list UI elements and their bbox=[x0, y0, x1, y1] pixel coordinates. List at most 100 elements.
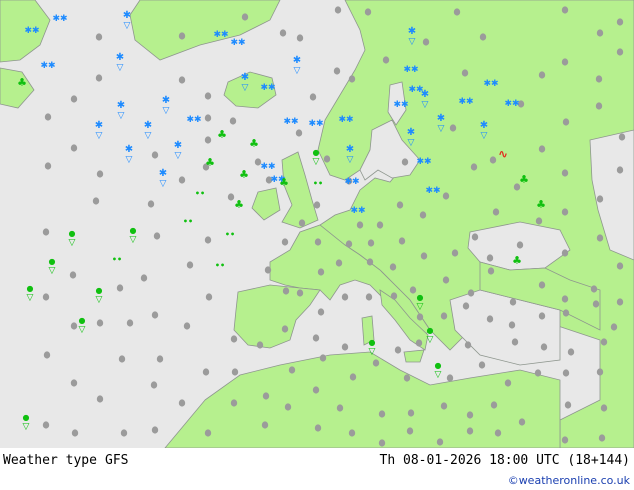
dry-dot-icon bbox=[616, 262, 624, 270]
dry-dot-icon bbox=[150, 381, 158, 389]
mixed-precip-icon: ∿ bbox=[498, 147, 508, 161]
dry-dot-icon bbox=[470, 163, 478, 171]
dry-dot-icon bbox=[205, 293, 213, 301]
dry-dot-icon bbox=[401, 158, 409, 166]
dry-dot-icon bbox=[156, 355, 164, 363]
dry-dot-icon bbox=[406, 427, 414, 435]
dry-dot-icon bbox=[282, 287, 290, 295]
snow-shower-icon: ▽ bbox=[117, 63, 124, 73]
dry-dot-icon bbox=[595, 75, 603, 83]
dry-dot-icon bbox=[44, 113, 52, 121]
dry-dot-icon bbox=[378, 410, 386, 418]
dry-dot-icon bbox=[442, 276, 450, 284]
dry-dot-icon bbox=[70, 144, 78, 152]
model-name: GFS bbox=[105, 453, 129, 468]
snow-icon: ✱✱ bbox=[260, 162, 275, 172]
dry-dot-icon bbox=[151, 151, 159, 159]
dry-dot-icon bbox=[281, 238, 289, 246]
dry-dot-icon bbox=[279, 29, 287, 37]
snow-shower-icon: ▽ bbox=[126, 155, 133, 165]
dry-dot-icon bbox=[538, 145, 546, 153]
rain-icon: ♣ bbox=[217, 128, 227, 141]
snow-shower-icon: ✱ bbox=[123, 10, 131, 21]
dry-dot-icon bbox=[312, 386, 320, 394]
snow-icon: ✱✱ bbox=[416, 157, 431, 167]
dry-dot-icon bbox=[407, 409, 415, 417]
snow-icon: ✱✱ bbox=[308, 119, 323, 129]
rain-shower-icon: ● bbox=[49, 257, 56, 266]
map-title: Weather type bbox=[3, 453, 97, 468]
dry-dot-icon bbox=[479, 33, 487, 41]
dry-dot-icon bbox=[440, 402, 448, 410]
dry-dot-icon bbox=[298, 219, 306, 227]
dry-dot-icon bbox=[96, 319, 104, 327]
snow-icon: ✱✱ bbox=[344, 177, 359, 187]
dry-dot-icon bbox=[372, 359, 380, 367]
dry-dot-icon bbox=[567, 348, 575, 356]
credit-link[interactable]: ©weatheronline.co.uk bbox=[508, 474, 630, 487]
dry-dot-icon bbox=[71, 429, 79, 437]
weather-type-map: ✱✱✱✱✱✱✱✱✱✱✱✱✱✱✱✱✱✱ ✱✱✱✱✱✱✱✱✱✱✱✱✱✱✱✱✱✱✱✱✱✱… bbox=[0, 0, 634, 448]
snow-shower-icon: ✱ bbox=[346, 144, 354, 155]
rain-shower-icon: ● bbox=[417, 293, 424, 302]
dry-dot-icon bbox=[595, 102, 603, 110]
dry-dot-icon bbox=[295, 129, 303, 137]
dry-dot-icon bbox=[204, 136, 212, 144]
snow-shower-icon: ▽ bbox=[347, 155, 354, 165]
rain-icon: ♣ bbox=[279, 176, 289, 189]
dry-dot-icon bbox=[561, 295, 569, 303]
snow-shower-icon: ✱ bbox=[408, 26, 416, 37]
snow-icon: ✱✱ bbox=[458, 97, 473, 107]
snow-icon: ✱✱ bbox=[425, 186, 440, 196]
dry-dot-icon bbox=[183, 322, 191, 330]
dry-dot-icon bbox=[419, 211, 427, 219]
dry-dot-icon bbox=[382, 56, 390, 64]
rain-icon: ♣ bbox=[205, 156, 215, 169]
dry-dot-icon bbox=[95, 33, 103, 41]
drizzle-icon: •• bbox=[225, 230, 235, 239]
snow-icon: ✱✱ bbox=[483, 79, 498, 89]
dry-dot-icon bbox=[590, 285, 598, 293]
dry-dot-icon bbox=[440, 312, 448, 320]
dry-dot-icon bbox=[364, 8, 372, 16]
dry-dot-icon bbox=[70, 322, 78, 330]
rain-icon: ♣ bbox=[249, 137, 259, 150]
dry-dot-icon bbox=[561, 6, 569, 14]
dry-dot-icon bbox=[398, 237, 406, 245]
rain-icon: ♣ bbox=[512, 254, 522, 267]
dry-dot-icon bbox=[69, 271, 77, 279]
snow-shower-icon: ✱ bbox=[162, 95, 170, 106]
dry-dot-icon bbox=[436, 438, 444, 446]
dry-dot-icon bbox=[151, 311, 159, 319]
dry-dot-icon bbox=[348, 429, 356, 437]
snow-icon: ✱✱ bbox=[52, 14, 67, 24]
rain-shower-icon: ▽ bbox=[23, 422, 30, 432]
dry-dot-icon bbox=[204, 429, 212, 437]
snow-icon: ✱✱ bbox=[40, 61, 55, 71]
dry-dot-icon bbox=[296, 34, 304, 42]
snow-shower-icon: ▽ bbox=[422, 100, 429, 110]
dry-dot-icon bbox=[509, 298, 517, 306]
dry-dot-icon bbox=[348, 75, 356, 83]
dry-dot-icon bbox=[504, 379, 512, 387]
dry-dot-icon bbox=[231, 368, 239, 376]
weather-map-page: ✱✱ ✱✱ ✱✱ ✱✱ ✱✱ ✱✱ ✱✱ ✱✱ ✱✱ ✱✱ ✱✱ ✱✱ ✱✱ ✱✱ ✱✱ ✱✱ ✱✱ ✱✱ ✱✱ ✱✱… bbox=[0, 0, 634, 490]
snow-icon: ✱✱ bbox=[403, 65, 418, 75]
dry-dot-icon bbox=[284, 403, 292, 411]
dry-dot-icon bbox=[345, 240, 353, 248]
dry-dot-icon bbox=[95, 74, 103, 82]
snow-icon: ✱✱ bbox=[504, 99, 519, 109]
dry-dot-icon bbox=[561, 436, 569, 444]
dry-dot-icon bbox=[153, 232, 161, 240]
snow-icon: ✱✱ bbox=[213, 30, 228, 40]
dry-dot-icon bbox=[336, 404, 344, 412]
dry-dot-icon bbox=[317, 308, 325, 316]
snow-shower-icon: ▽ bbox=[408, 138, 415, 148]
rain-shower-icon: ● bbox=[96, 286, 103, 295]
dry-dot-icon bbox=[561, 169, 569, 177]
dry-dot-icon bbox=[598, 434, 606, 442]
dry-dot-icon bbox=[596, 195, 604, 203]
dry-dot-icon bbox=[288, 366, 296, 374]
dry-dot-icon bbox=[229, 117, 237, 125]
rain-shower-icon: ● bbox=[313, 148, 320, 157]
